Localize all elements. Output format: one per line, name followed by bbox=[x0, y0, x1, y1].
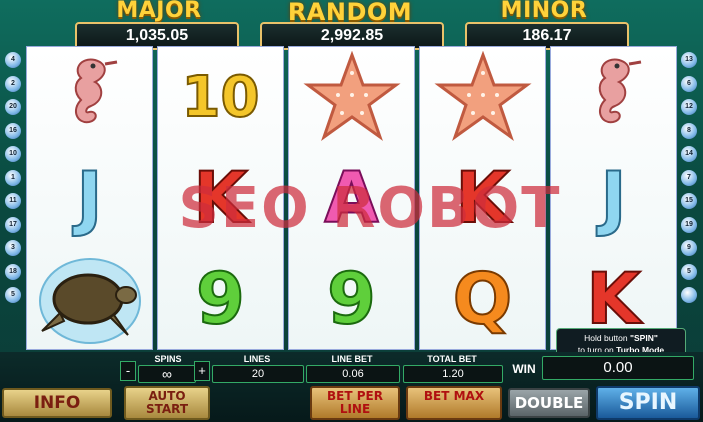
linebet-value: 0.06 bbox=[306, 365, 400, 383]
win-label: WIN bbox=[512, 362, 536, 376]
symbol-text: A bbox=[323, 156, 379, 240]
payline-marker: 18 bbox=[5, 263, 21, 280]
symbol-j: J bbox=[551, 148, 676, 248]
symbol-text: K bbox=[192, 156, 248, 240]
reel-4: KQ bbox=[419, 46, 546, 350]
payline-marker: 13 bbox=[681, 52, 697, 68]
reel-1: J bbox=[26, 46, 153, 350]
symbol-k: K bbox=[158, 148, 283, 248]
symbol-text: Q bbox=[452, 257, 513, 341]
payline-marker: 1 bbox=[5, 169, 21, 186]
symbol-text: 9 bbox=[195, 257, 246, 341]
reel-2: 10 K 9 bbox=[157, 46, 284, 350]
reel-3: A9 bbox=[288, 46, 415, 350]
symbol-text: J bbox=[599, 156, 627, 240]
payline-marker: 5 bbox=[681, 263, 697, 280]
seahorse-icon bbox=[27, 47, 152, 147]
payline-marker: 6 bbox=[681, 75, 697, 92]
payline-marker: 12 bbox=[681, 99, 697, 115]
payline-markers-left: 4 2 20 16 10 1 11 17 3 18 5 bbox=[5, 52, 23, 311]
payline-marker: 10 bbox=[5, 146, 21, 162]
spins-minus-button[interactable]: - bbox=[120, 361, 136, 381]
payline-marker: 16 bbox=[5, 122, 21, 139]
payline-marker: 2 bbox=[5, 75, 21, 92]
symbol-text: J bbox=[75, 156, 103, 240]
info-button[interactable]: INFO bbox=[2, 388, 112, 418]
starfish-icon bbox=[420, 47, 545, 147]
payline-marker: 14 bbox=[681, 146, 697, 162]
spins-label: SPINS bbox=[154, 354, 182, 364]
symbol-10: 10 bbox=[158, 47, 283, 147]
auto-start-button[interactable]: AUTO START bbox=[124, 386, 210, 420]
payline-marker: 9 bbox=[681, 240, 697, 256]
symbol-text: 10 bbox=[181, 64, 261, 131]
hint-key: "SPIN" bbox=[629, 333, 658, 343]
hint-text: Hold button bbox=[584, 333, 630, 343]
symbol-q: Q bbox=[420, 249, 545, 349]
payline-marker: 7 bbox=[681, 169, 697, 186]
payline-marker: 20 bbox=[5, 99, 21, 115]
payline-marker bbox=[681, 287, 697, 303]
symbol-9: 9 bbox=[158, 249, 283, 349]
payline-marker: 11 bbox=[5, 193, 21, 209]
turtle-icon bbox=[27, 249, 152, 349]
linebet-label: LINE BET bbox=[331, 354, 373, 364]
reels-area: J 10 K 9 A 9 K Q J K bbox=[26, 46, 677, 350]
jackpot-minor-title: MINOR bbox=[500, 0, 588, 23]
lines-label: LINES bbox=[243, 354, 271, 364]
bet-max-button[interactable]: BET MAX bbox=[406, 386, 502, 420]
payline-marker: 8 bbox=[681, 122, 697, 139]
double-button[interactable]: DOUBLE bbox=[508, 388, 590, 418]
payline-marker: 5 bbox=[5, 287, 21, 303]
reel-5: JK bbox=[550, 46, 677, 350]
spins-plus-button[interactable]: + bbox=[194, 361, 210, 381]
symbol-a: A bbox=[289, 148, 414, 248]
starfish-icon bbox=[289, 47, 414, 147]
payline-markers-right: 13 6 12 8 14 7 15 19 9 5 bbox=[681, 52, 699, 311]
payline-marker: 4 bbox=[5, 52, 21, 68]
payline-marker: 17 bbox=[5, 216, 21, 233]
bet-per-line-button[interactable]: BET PER LINE bbox=[310, 386, 400, 420]
symbol-9: 9 bbox=[289, 249, 414, 349]
seahorse-icon bbox=[551, 47, 676, 147]
payline-marker: 15 bbox=[681, 193, 697, 209]
win-value: 0.00 bbox=[542, 356, 694, 380]
payline-marker: 3 bbox=[5, 240, 21, 256]
totalbet-value: 1.20 bbox=[403, 365, 503, 383]
jackpot-major-title: MAJOR bbox=[116, 0, 202, 23]
lines-value: 20 bbox=[212, 365, 304, 383]
symbol-k: K bbox=[420, 148, 545, 248]
spin-button[interactable]: SPIN bbox=[596, 386, 700, 420]
payline-marker: 19 bbox=[681, 216, 697, 233]
symbol-j: J bbox=[27, 148, 152, 248]
symbol-text: K bbox=[454, 156, 510, 240]
totalbet-label: TOTAL BET bbox=[427, 354, 477, 364]
symbol-text: 9 bbox=[326, 257, 377, 341]
spins-value: ∞ bbox=[138, 365, 196, 383]
